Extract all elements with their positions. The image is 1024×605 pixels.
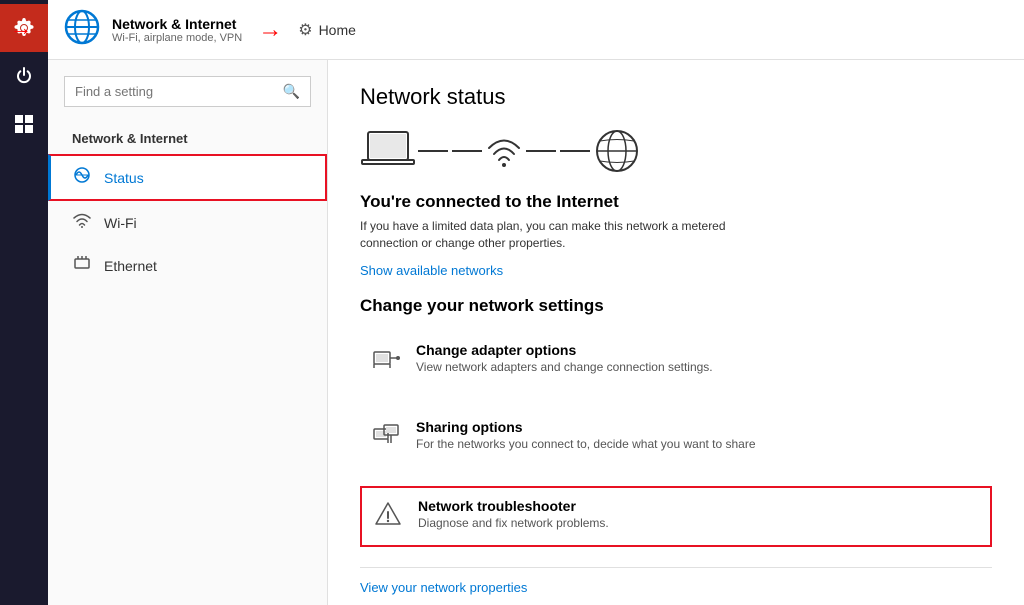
line-2 [452,150,482,152]
annotation-arrow-right: → [258,16,282,44]
divider [360,567,992,568]
breadcrumb-globe-icon [64,9,100,50]
header-bar: → Network & Internet Wi-Fi, airplane mod… [48,0,1024,60]
adapter-icon [372,344,400,379]
settings-item-troubleshooter[interactable]: Network troubleshooter Diagnose and fix … [360,486,992,547]
globe-diagram-icon [592,126,642,176]
breadcrumb-subtitle: Wi-Fi, airplane mode, VPN [112,32,242,44]
left-panel: 🔍 Network & Internet Status [48,60,328,605]
troubleshooter-text: Network troubleshooter Diagnose and fix … [418,498,609,530]
nav-wifi-label: Wi-Fi [104,215,137,231]
right-panel: Network status [328,60,1024,605]
change-settings-title: Change your network settings [360,296,992,316]
sharing-title: Sharing options [416,419,756,435]
status-description: If you have a limited data plan, you can… [360,218,740,252]
settings-item-adapter[interactable]: Change adapter options View network adap… [360,332,992,389]
nav-section-title: Network & Internet [48,123,327,154]
show-available-networks-link[interactable]: Show available networks [360,263,503,278]
troubleshooter-icon [374,500,402,535]
status-connected-text: You're connected to the Internet [360,192,992,212]
links-section: View your network properties Windows Fir… [360,580,992,605]
breadcrumb-title: Network & Internet [112,16,242,32]
ethernet-nav-icon [72,254,92,277]
laptop-icon [360,128,416,174]
home-gear-icon: ⚙ [298,20,312,40]
troubleshooter-desc: Diagnose and fix network problems. [418,516,609,530]
line-4 [560,150,590,152]
home-label: Home [319,22,356,38]
breadcrumb-text: Network & Internet Wi-Fi, airplane mode,… [112,16,242,44]
troubleshooter-title: Network troubleshooter [418,498,609,514]
adapter-desc: View network adapters and change connect… [416,360,713,374]
main-container: → Network & Internet Wi-Fi, airplane mod… [48,0,1024,605]
wifi-nav-icon [72,211,92,234]
status-icon [72,166,92,189]
home-link[interactable]: ⚙ Home [298,20,356,40]
adapter-options-text: Change adapter options View network adap… [416,342,713,374]
sidebar [0,0,48,605]
nav-item-status[interactable]: Status [48,154,327,201]
sidebar-item-start[interactable] [0,100,48,148]
content-area: 🔍 Network & Internet Status [48,60,1024,605]
line-3 [526,150,556,152]
sidebar-item-power[interactable] [0,52,48,100]
nav-status-label: Status [104,170,144,186]
search-icon: 🔍 [283,83,300,100]
nav-item-wifi[interactable]: Wi-Fi [48,201,327,244]
search-input[interactable] [75,84,275,99]
wifi-diagram-icon [484,128,524,174]
annotation-arrow-left: → [10,15,32,41]
sharing-options-text: Sharing options For the networks you con… [416,419,756,451]
page-title: Network status [360,84,992,110]
sharing-icon [372,421,400,456]
sharing-desc: For the networks you connect to, decide … [416,437,756,451]
view-network-properties-link[interactable]: View your network properties [360,580,992,595]
power-icon [14,66,34,86]
adapter-title: Change adapter options [416,342,713,358]
search-box: 🔍 [64,76,311,107]
windows-icon [15,115,33,133]
settings-item-sharing[interactable]: Sharing options For the networks you con… [360,409,992,466]
nav-item-ethernet[interactable]: Ethernet [48,244,327,287]
network-diagram [360,126,992,176]
line-1 [418,150,448,152]
nav-ethernet-label: Ethernet [104,258,157,274]
